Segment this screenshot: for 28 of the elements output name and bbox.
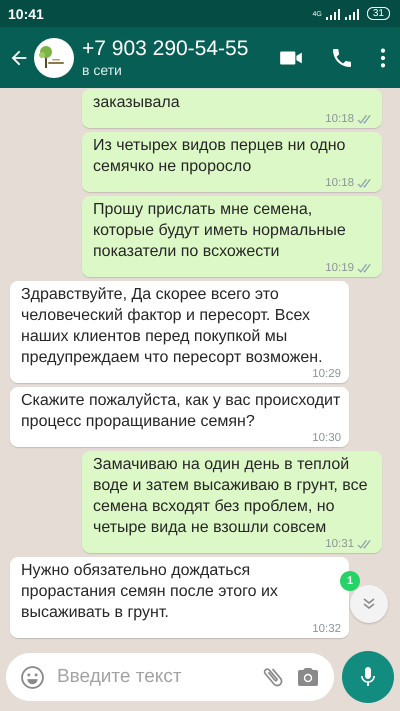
message-text: Нужно обязательно дождаться прорастания семян после этого их высаживать в грунт. [21,561,279,623]
message-time: 10:32 [312,623,341,636]
message-text: Прошу прислать мне семена, которые будут иметь нормальные показатели по всхожести [93,200,347,262]
message-time: 10:30 [312,432,341,445]
status-time: 10:41 [8,6,44,22]
scroll-down-button[interactable] [350,585,388,623]
signal-icon [344,8,360,20]
composer-bar[interactable]: Введите текст [6,653,334,701]
message-text: Замачиваю на один день в теплой воде и затем высаживаю в грунт, все семена всходят без проблем, но четыре вида не взошли совсем [93,455,369,538]
message-time: 10:31 [325,538,354,551]
battery-level: 31 [366,7,390,20]
message-text: Из четырех видов перцев ни одно семячко не проросло [93,136,346,177]
double-chevron-down-icon [361,596,377,612]
smiley-icon[interactable] [20,664,45,690]
message-text: заказывала [93,93,181,113]
message-time: 10:19 [325,262,354,275]
message-time: 10:29 [312,368,341,381]
contact-status: в сети [82,61,123,79]
message-time: 10:18 [325,113,354,126]
message-text: Скажите пожалуйста, как у вас происходит процесс проращивание семян? [21,391,341,432]
signal-icon [324,8,341,20]
contact-name[interactable]: +7 903 290-54-55 [82,36,252,61]
more-options-icon[interactable] [380,46,386,68]
message-input-field[interactable]: Введите текст [55,665,250,689]
message-text: Здравствуйте, Да скорее всего это человеческий фактор и пересорт. Всех наших клиентов перед покупкой мы предупреждаем что пересорт возможен. [21,285,324,368]
camera-icon[interactable] [296,665,320,689]
message-time: 10:18 [325,177,354,190]
voice-message-button[interactable] [342,651,394,703]
